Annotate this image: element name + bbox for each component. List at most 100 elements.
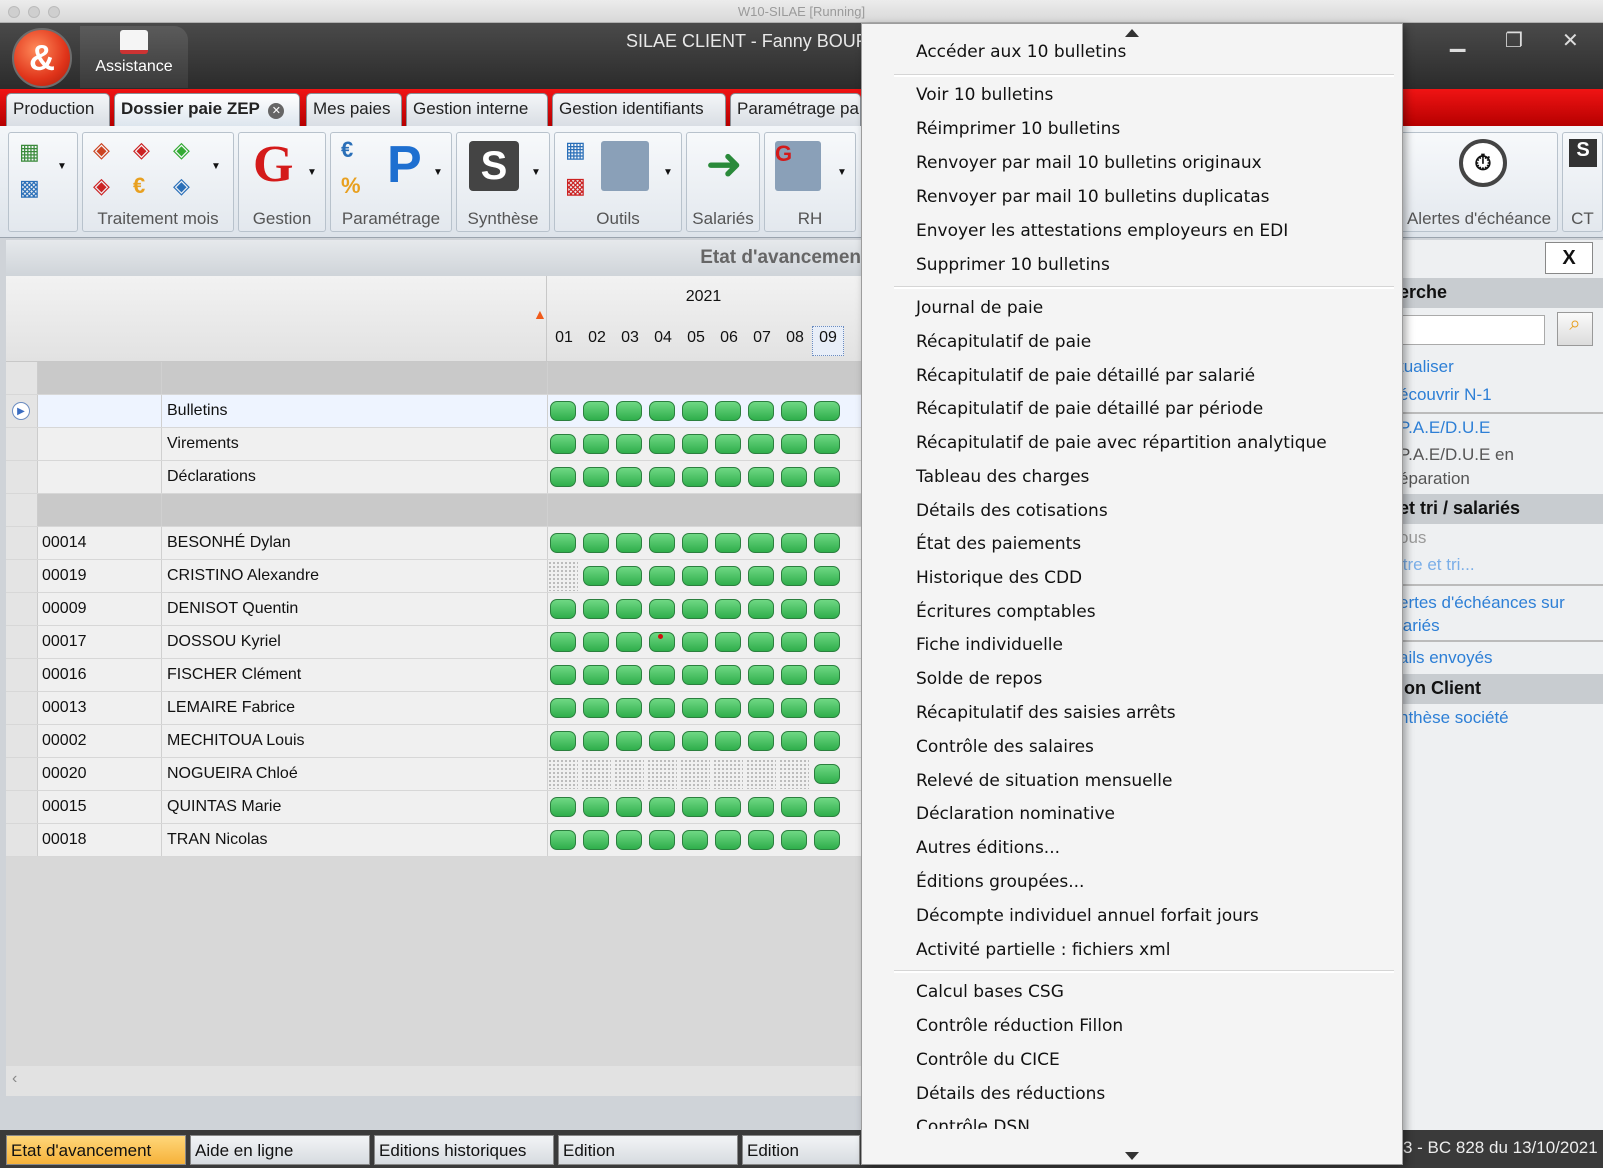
month-header[interactable]: 01 [548,329,580,347]
params-percent-icon[interactable]: % [341,173,361,199]
outils-users-icon[interactable]: ▦ [565,137,586,163]
mails-envoyes-link[interactable]: ails envoyés [1399,648,1493,668]
status-ok-pill[interactable] [748,665,774,685]
status-ok-pill[interactable] [649,698,675,718]
menu-item[interactable]: État des paiements [916,534,1081,554]
row-selector[interactable] [6,791,38,823]
status-ok-pill[interactable] [814,665,840,685]
bottom-tab-edition-2[interactable]: Edition [742,1135,860,1165]
status-ok-pill[interactable] [649,533,675,553]
status-ok-pill[interactable] [682,566,708,586]
outils-check-icon[interactable]: ▩ [565,173,586,199]
employee-row[interactable]: 00020 NOGUEIRA Chloé [6,758,861,791]
month-header[interactable]: 09 [812,329,844,347]
menu-item[interactable]: Voir 10 bulletins [916,85,1053,105]
status-ok-pill[interactable] [781,599,807,619]
rh-building-icon[interactable]: G [775,141,821,191]
decouvrir-link[interactable]: écouvrir N-1 [1399,385,1492,405]
status-ok-pill[interactable] [814,764,840,784]
employee-row[interactable]: 00019 CRISTINO Alexandre [6,560,861,593]
row-selector[interactable] [6,824,38,856]
horizontal-scrollbar[interactable]: ‹ [6,1066,861,1096]
row-selector[interactable] [6,494,38,526]
status-ok-pill[interactable] [649,401,675,421]
actualiser-link[interactable]: tualiser [1399,357,1454,377]
menu-item[interactable]: Renvoyer par mail 10 bulletins originaux [916,153,1262,173]
status-ok-pill[interactable] [715,797,741,817]
status-ok-pill[interactable] [550,434,576,454]
row-selector[interactable] [6,560,38,592]
close-traffic-light[interactable] [8,6,20,18]
status-alert-pill[interactable] [649,632,675,652]
status-ok-pill[interactable] [649,599,675,619]
status-ok-pill[interactable] [682,830,708,850]
salaries-arrow-icon[interactable]: ➜ [699,139,749,193]
status-ok-pill[interactable] [748,434,774,454]
status-ok-pill[interactable] [616,731,642,751]
status-ok-pill[interactable] [649,731,675,751]
status-ok-pill[interactable] [616,599,642,619]
scroll-up-arrow-icon[interactable] [1125,29,1139,37]
status-ok-pill[interactable] [781,830,807,850]
status-ok-pill[interactable] [682,665,708,685]
status-ok-pill[interactable] [682,434,708,454]
group-row[interactable] [6,494,861,527]
status-ok-pill[interactable] [550,467,576,487]
row-selector[interactable] [6,593,38,625]
status-ok-pill[interactable] [649,434,675,454]
users-icon[interactable]: ▦ [19,139,40,165]
status-ok-pill[interactable] [583,401,609,421]
status-empty-cell[interactable] [614,759,644,789]
status-ok-pill[interactable] [550,698,576,718]
status-ok-pill[interactable] [649,665,675,685]
menu-item[interactable]: Récapitulatif de paie [916,332,1091,352]
menu-item[interactable]: Récapitulatif de paie détaillé par pério… [916,399,1263,419]
alarm-clock-icon[interactable]: ⏱ [1459,139,1507,187]
menu-item[interactable]: Fiche individuelle [916,635,1063,655]
row-selector[interactable] [6,461,38,493]
status-ok-pill[interactable] [583,434,609,454]
status-ok-pill[interactable] [616,632,642,652]
outils-building-icon[interactable] [601,141,649,191]
status-ok-pill[interactable] [682,632,708,652]
scroll-left-icon[interactable]: ‹ [12,1070,17,1088]
status-ok-pill[interactable] [649,467,675,487]
synthese-s-icon[interactable]: S [469,141,519,191]
chevron-down-icon[interactable]: ▼ [433,167,443,178]
bottom-tab-edition[interactable]: Edition [558,1135,738,1165]
status-ok-pill[interactable] [814,698,840,718]
minimize-icon[interactable]: ▁ [1450,28,1465,53]
status-ok-pill[interactable] [616,533,642,553]
row-selector[interactable] [6,659,38,691]
status-ok-pill[interactable] [781,434,807,454]
status-ok-pill[interactable] [715,434,741,454]
month-header[interactable]: 04 [647,329,679,347]
month-header[interactable]: 06 [713,329,745,347]
status-empty-cell[interactable] [548,759,578,789]
status-ok-pill[interactable] [550,401,576,421]
menu-item[interactable]: Accéder aux 10 bulletins [916,42,1126,62]
status-empty-cell[interactable] [548,561,578,591]
month-header[interactable]: 03 [614,329,646,347]
status-ok-pill[interactable] [550,599,576,619]
search-icon[interactable]: ⌕ [1557,312,1593,346]
employee-row[interactable]: 00017 DOSSOU Kyriel [6,626,861,659]
menu-item[interactable]: Récapitulatif de paie détaillé par salar… [916,366,1255,386]
status-ok-pill[interactable] [781,698,807,718]
month-header[interactable]: 02 [581,329,613,347]
gestion-g-icon[interactable]: G [253,135,293,194]
status-ok-pill[interactable] [583,599,609,619]
zoom-traffic-light[interactable] [48,6,60,18]
menu-item[interactable]: Tableau des charges [916,467,1089,487]
tab-gestion-interne[interactable]: Gestion interne [406,93,548,126]
chevron-down-icon[interactable]: ▼ [57,161,67,172]
row-selector[interactable] [6,692,38,724]
status-ok-pill[interactable] [781,467,807,487]
params-euro-icon[interactable]: € [341,137,353,163]
month-header[interactable]: 08 [779,329,811,347]
chevron-down-icon[interactable]: ▼ [837,167,847,178]
payslip-edit-icon[interactable]: ◈ [173,173,190,199]
status-ok-pill[interactable] [781,731,807,751]
status-ok-pill[interactable] [616,830,642,850]
employee-row[interactable]: 00013 LEMAIRE Fabrice [6,692,861,725]
